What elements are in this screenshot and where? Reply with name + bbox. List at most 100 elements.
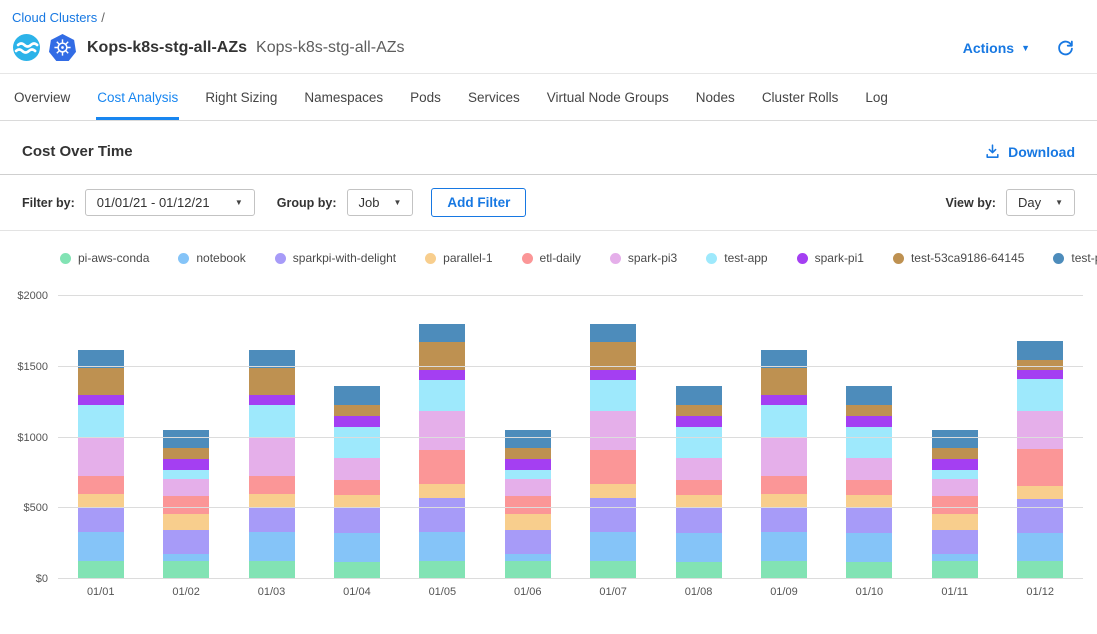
- breadcrumb-link[interactable]: Cloud Clusters: [12, 10, 97, 25]
- view-by-select[interactable]: Day ▼: [1006, 189, 1075, 216]
- view-by-label: View by:: [945, 196, 995, 210]
- legend-label: etl-daily: [540, 251, 581, 265]
- section-header: Cost Over Time Download: [0, 121, 1097, 174]
- group-by-label: Group by:: [277, 196, 337, 210]
- bar-segment-notebook: [419, 532, 465, 561]
- tab-virtual-node-groups[interactable]: Virtual Node Groups: [546, 76, 670, 120]
- chart-bars: [58, 296, 1083, 579]
- bar-segment-test-53ca9186-64145: [249, 368, 295, 396]
- bar-01-08: [676, 386, 722, 579]
- chart-legend: pi-aws-conda notebook sparkpi-with-delight…: [0, 231, 1097, 282]
- filter-by-label: Filter by:: [22, 196, 75, 210]
- bar-segment-pi-aws-conda: [1017, 561, 1063, 579]
- legend-item-test-53ca9186-64145[interactable]: test-53ca9186-64145: [893, 251, 1024, 265]
- bar-segment-pi-aws-conda: [590, 561, 636, 579]
- tab-nodes[interactable]: Nodes: [695, 76, 736, 120]
- x-axis-tick: 01/07: [590, 586, 636, 598]
- tab-cluster-rolls[interactable]: Cluster Rolls: [761, 76, 840, 120]
- legend-item-sparkpi-with-delight[interactable]: sparkpi-with-delight: [275, 251, 396, 265]
- bar-segment-spark-pi3: [1017, 411, 1063, 448]
- legend-item-pi-aws-conda[interactable]: pi-aws-conda: [60, 251, 149, 265]
- bar-segment-notebook: [761, 532, 807, 561]
- legend-item-spark-pi1[interactable]: spark-pi1: [797, 251, 864, 265]
- bar-segment-test-pkix: [505, 430, 551, 448]
- chevron-down-icon: ▼: [1021, 43, 1030, 53]
- bar-segment-spark-pi1: [78, 395, 124, 405]
- bar-segment-pi-aws-conda: [78, 561, 124, 579]
- legend-item-spark-pi3[interactable]: spark-pi3: [610, 251, 677, 265]
- add-filter-button[interactable]: Add Filter: [431, 188, 526, 217]
- bar-segment-sparkpi-with-delight: [163, 530, 209, 555]
- bar-segment-test-app: [932, 470, 978, 478]
- y-axis-tick: $500: [10, 502, 48, 514]
- legend-item-parallel-1[interactable]: parallel-1: [425, 251, 492, 265]
- tab-right-sizing[interactable]: Right Sizing: [204, 76, 278, 120]
- bar-segment-parallel-1: [163, 514, 209, 530]
- download-button[interactable]: Download: [984, 143, 1075, 160]
- bar-segment-sparkpi-with-delight: [932, 530, 978, 555]
- bar-segment-etl-daily: [249, 476, 295, 494]
- bar-segment-sparkpi-with-delight: [419, 498, 465, 532]
- bar-segment-spark-pi3: [846, 458, 892, 480]
- legend-item-test-pkix[interactable]: test-pkix: [1053, 251, 1097, 265]
- bar-segment-pi-aws-conda: [932, 561, 978, 579]
- bar-segment-test-pkix: [932, 430, 978, 448]
- bar-01-09: [761, 350, 807, 579]
- date-range-select[interactable]: 01/01/21 - 01/12/21 ▼: [85, 189, 255, 216]
- bar-segment-sparkpi-with-delight: [78, 508, 124, 533]
- bar-segment-spark-pi3: [505, 479, 551, 496]
- legend-label: test-app: [724, 251, 767, 265]
- tab-namespaces[interactable]: Namespaces: [303, 76, 384, 120]
- x-axis-tick: 01/08: [676, 586, 722, 598]
- bar-segment-spark-pi3: [334, 458, 380, 480]
- download-icon: [984, 143, 1001, 160]
- legend-dot-icon: [275, 253, 286, 264]
- bar-01-05: [419, 324, 465, 579]
- tab-log[interactable]: Log: [864, 76, 889, 120]
- group-by-select[interactable]: Job ▼: [347, 189, 414, 216]
- legend-label: sparkpi-with-delight: [293, 251, 396, 265]
- tab-cost-analysis[interactable]: Cost Analysis: [96, 76, 179, 120]
- bar-segment-spark-pi1: [249, 395, 295, 405]
- bar-01-12: [1017, 341, 1063, 579]
- legend-dot-icon: [893, 253, 904, 264]
- bar-01-04: [334, 386, 380, 579]
- bar-segment-test-pkix: [334, 386, 380, 405]
- legend-item-notebook[interactable]: notebook: [178, 251, 245, 265]
- bar-01-06: [505, 430, 551, 579]
- filter-bar: Filter by: 01/01/21 - 01/12/21 ▼ Group b…: [0, 175, 1097, 230]
- bar-segment-test-53ca9186-64145: [334, 405, 380, 416]
- bar-01-03: [249, 350, 295, 579]
- bar-segment-test-app: [846, 427, 892, 458]
- bar-segment-test-pkix: [846, 386, 892, 405]
- bar-segment-notebook: [932, 554, 978, 561]
- x-axis-tick: 01/06: [505, 586, 551, 598]
- bar-segment-parallel-1: [1017, 486, 1063, 499]
- bar-segment-test-pkix: [1017, 341, 1063, 360]
- legend-item-test-app[interactable]: test-app: [706, 251, 767, 265]
- bar-segment-sparkpi-with-delight: [1017, 499, 1063, 533]
- legend-label: parallel-1: [443, 251, 492, 265]
- tab-overview[interactable]: Overview: [13, 76, 71, 120]
- chevron-down-icon: ▼: [393, 198, 401, 207]
- tab-services[interactable]: Services: [467, 76, 521, 120]
- bar-segment-sparkpi-with-delight: [590, 498, 636, 532]
- refresh-icon[interactable]: [1056, 38, 1075, 57]
- bar-segment-parallel-1: [249, 494, 295, 507]
- section-title: Cost Over Time: [22, 143, 133, 160]
- bar-segment-test-pkix: [676, 386, 722, 405]
- legend-label: spark-pi1: [815, 251, 864, 265]
- cluster-header: Kops-k8s-stg-all-AZs Kops-k8s-stg-all-AZ…: [0, 25, 1097, 73]
- tab-pods[interactable]: Pods: [409, 76, 442, 120]
- bar-segment-sparkpi-with-delight: [761, 508, 807, 533]
- legend-item-etl-daily[interactable]: etl-daily: [522, 251, 581, 265]
- bar-segment-spark-pi1: [505, 459, 551, 470]
- bar-segment-parallel-1: [505, 514, 551, 530]
- breadcrumb: Cloud Clusters/: [0, 0, 1097, 25]
- bar-segment-etl-daily: [505, 496, 551, 514]
- bar-segment-sparkpi-with-delight: [505, 530, 551, 555]
- bar-segment-etl-daily: [78, 476, 124, 494]
- bar-segment-test-53ca9186-64145: [676, 405, 722, 416]
- actions-button[interactable]: Actions ▼: [963, 40, 1030, 56]
- bar-segment-spark-pi1: [846, 416, 892, 427]
